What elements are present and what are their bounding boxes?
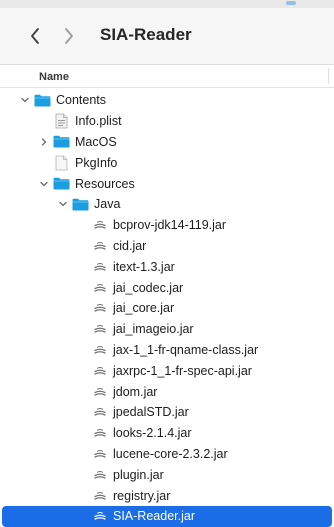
jar-file-icon	[91, 427, 108, 439]
file-row[interactable]: plugin.jar	[0, 464, 334, 485]
folder-icon	[53, 135, 70, 148]
folder-row[interactable]: Java	[0, 194, 334, 215]
jar-file-icon	[91, 219, 108, 231]
file-row[interactable]: jaxrpc-1_1-fr-spec-api.jar	[0, 360, 334, 381]
file-row[interactable]: jax-1_1-fr-qname-class.jar	[0, 340, 334, 361]
jar-file-icon	[91, 240, 108, 252]
jar-file-icon	[91, 261, 108, 273]
document-icon	[53, 155, 70, 171]
item-name: jai_core.jar	[113, 301, 175, 316]
chevron-left-icon	[31, 28, 39, 44]
jar-file-icon	[91, 323, 108, 335]
item-name: jai_codec.jar	[113, 280, 184, 295]
item-name: jax-1_1-fr-qname-class.jar	[113, 342, 259, 357]
file-row[interactable]: jpedalSTD.jar	[0, 402, 334, 423]
file-row[interactable]: registry.jar	[0, 485, 334, 506]
folder-row[interactable]: MacOS	[0, 132, 334, 153]
item-name: Info.plist	[75, 114, 122, 129]
chevron-right-icon	[65, 28, 73, 44]
file-row[interactable]: bcprov-jdk14-119.jar	[0, 215, 334, 236]
window-title: SIA-Reader	[100, 25, 192, 44]
chevron-down-icon[interactable]	[20, 95, 30, 105]
folder-icon	[53, 177, 70, 190]
name-column-header[interactable]: Name	[39, 71, 69, 83]
folder-row[interactable]: Resources	[0, 173, 334, 194]
column-separator[interactable]	[328, 68, 329, 84]
file-row[interactable]: jai_imageio.jar	[0, 319, 334, 340]
file-row[interactable]: PkgInfo	[0, 152, 334, 173]
file-row[interactable]: jai_codec.jar	[0, 277, 334, 298]
jar-file-icon	[91, 406, 108, 418]
jar-file-icon	[91, 469, 108, 481]
item-name: jpedalSTD.jar	[113, 405, 189, 420]
item-name: plugin.jar	[113, 467, 164, 482]
jar-file-icon	[91, 386, 108, 398]
item-name: PkgInfo	[75, 155, 118, 170]
blurred-indicator	[286, 1, 296, 5]
jar-file-icon	[91, 282, 108, 294]
jar-file-icon	[91, 302, 108, 314]
file-row[interactable]: lucene-core-2.3.2.jar	[0, 444, 334, 465]
item-name: MacOS	[75, 134, 117, 149]
item-name: jaxrpc-1_1-fr-spec-api.jar	[113, 363, 252, 378]
item-name: jdom.jar	[113, 384, 158, 399]
item-name: bcprov-jdk14-119.jar	[113, 218, 227, 233]
finder-toolbar: SIA-Reader	[0, 8, 334, 65]
plist-file-icon	[53, 113, 70, 129]
column-header: Name	[0, 65, 334, 88]
item-name: Java	[94, 197, 121, 212]
item-name: Resources	[75, 176, 135, 191]
item-name: lucene-core-2.3.2.jar	[113, 446, 228, 461]
file-row[interactable]: looks-2.1.4.jar	[0, 423, 334, 444]
file-row[interactable]: itext-1.3.jar	[0, 256, 334, 277]
jar-file-icon	[91, 490, 108, 502]
file-row[interactable]: SIA-Reader.jar	[2, 506, 332, 527]
item-name: Contents	[56, 93, 107, 108]
item-name: registry.jar	[113, 488, 171, 503]
item-name: itext-1.3.jar	[113, 259, 175, 274]
folder-icon	[34, 94, 51, 107]
folder-row[interactable]: Contents	[0, 90, 334, 111]
jar-file-icon	[91, 448, 108, 460]
chevron-down-icon[interactable]	[58, 199, 68, 209]
item-name: jai_imageio.jar	[113, 322, 194, 337]
item-name: looks-2.1.4.jar	[113, 426, 192, 441]
file-row[interactable]: Info.plist	[0, 111, 334, 132]
chevron-down-icon[interactable]	[39, 179, 49, 189]
file-row[interactable]: jdom.jar	[0, 381, 334, 402]
jar-file-icon	[91, 344, 108, 356]
folder-icon	[72, 198, 89, 211]
forward-button[interactable]	[60, 27, 78, 45]
item-name: cid.jar	[113, 238, 147, 253]
jar-file-icon	[91, 365, 108, 377]
chevron-right-icon[interactable]	[39, 137, 49, 147]
back-button[interactable]	[26, 27, 44, 45]
file-row[interactable]: jai_core.jar	[0, 298, 334, 319]
item-name: SIA-Reader.jar	[113, 509, 195, 524]
file-row[interactable]: cid.jar	[0, 236, 334, 257]
